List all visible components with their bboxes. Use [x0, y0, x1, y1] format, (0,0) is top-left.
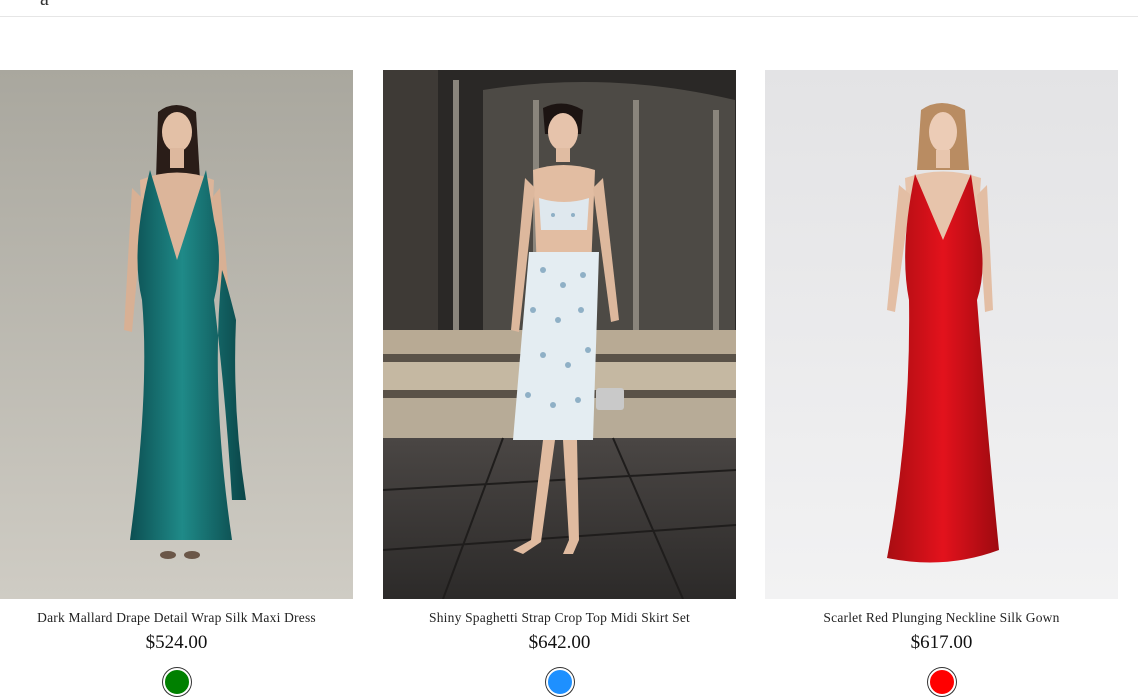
product-name[interactable]: Dark Mallard Drape Detail Wrap Silk Maxi… — [0, 610, 353, 626]
product-card[interactable]: Shiny Spaghetti Strap Crop Top Midi Skir… — [383, 70, 736, 698]
product-image-sequin-set[interactable] — [383, 70, 736, 599]
color-swatch-blue[interactable] — [545, 668, 574, 696]
color-swatches — [383, 668, 736, 698]
product-card[interactable]: Dark Mallard Drape Detail Wrap Silk Maxi… — [0, 70, 353, 698]
product-price: $642.00 — [528, 632, 591, 653]
product-image-teal-dress[interactable] — [0, 70, 353, 599]
product-price: $617.00 — [910, 632, 973, 653]
header-partial-text: a — [40, 0, 49, 11]
product-name[interactable]: Scarlet Red Plunging Neckline Silk Gown — [765, 610, 1118, 626]
color-swatches — [765, 668, 1118, 698]
site-header: a — [0, 0, 1138, 17]
product-name[interactable]: Shiny Spaghetti Strap Crop Top Midi Skir… — [383, 610, 736, 626]
product-price: $524.00 — [145, 632, 208, 653]
color-swatches — [0, 668, 353, 698]
color-swatch-green[interactable] — [162, 668, 191, 696]
product-card[interactable]: Scarlet Red Plunging Neckline Silk Gown … — [765, 70, 1118, 698]
color-swatch-red[interactable] — [927, 668, 956, 696]
product-image-red-gown[interactable] — [765, 70, 1118, 599]
